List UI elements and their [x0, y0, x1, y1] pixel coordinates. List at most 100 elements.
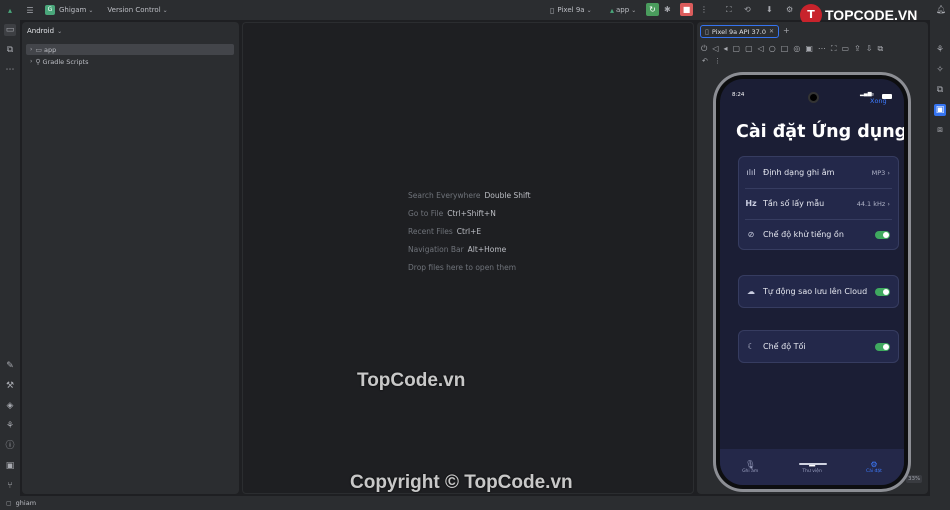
- add-tab-icon[interactable]: +: [783, 26, 790, 35]
- hint-go-to-file: Go to File Ctrl+Shift+N: [408, 209, 496, 218]
- debug-icon[interactable]: ✱: [664, 5, 671, 14]
- editor-area: Search Everywhere Double Shift Go to File…: [242, 22, 694, 494]
- battery-icon: [882, 94, 892, 99]
- stop-button[interactable]: ■: [680, 3, 693, 16]
- problems-icon[interactable]: ⓘ: [4, 440, 16, 452]
- logcat-icon[interactable]: ✎: [4, 360, 16, 372]
- hint-recent-files: Recent Files Ctrl+E: [408, 227, 481, 236]
- hint-key: Ctrl+Shift+N: [447, 209, 496, 218]
- nav-label: Thư viện: [802, 469, 822, 474]
- device-frame: 8:24 ▂▄▆ Xong ≋ Cài đặt Ứng dụng ılıl Đị…: [713, 72, 911, 492]
- chevron-down-icon: ⌄: [57, 27, 63, 35]
- rotate-left-icon[interactable]: ▢: [733, 44, 741, 54]
- hint-text: Go to File: [408, 209, 444, 218]
- rerun-button[interactable]: ↻: [646, 3, 659, 16]
- more-vertical-icon[interactable]: ⋮: [714, 57, 721, 65]
- gradle-icon[interactable]: ⚘: [934, 44, 946, 56]
- emulator-toolbar: ⏻ ◁ ◂ ▢ ▢ ◁ ○ □ ◎ ▣ ⋯ ⛶ ▭ ⇪ ⇩ ⧉: [701, 44, 925, 54]
- running-devices-icon[interactable]: ▣: [934, 104, 946, 116]
- setting-row-format[interactable]: ılıl Định dạng ghi âm MP3 ›: [739, 157, 898, 188]
- notifications-icon[interactable]: 🔔︎: [936, 5, 946, 14]
- setting-value-text: 44.1 kHz: [856, 199, 886, 208]
- setting-label: Chế độ khử tiếng ồn: [763, 230, 844, 239]
- device-selector[interactable]: ▯ Pixel 9a ⌄: [550, 6, 592, 15]
- resource-manager-icon[interactable]: ⧉: [4, 44, 16, 56]
- cloud-icon: ☁: [747, 287, 755, 296]
- close-icon[interactable]: ✕: [769, 28, 774, 35]
- zoom-icon[interactable]: ▭: [841, 44, 849, 54]
- status-project-name[interactable]: ghiam: [16, 499, 36, 507]
- screen-record-icon[interactable]: ▣: [805, 44, 813, 54]
- build-icon[interactable]: ⚒: [4, 380, 16, 392]
- setting-row-noise-reduction: ⊘ Chế độ khử tiếng ồn: [739, 219, 898, 250]
- overview-icon[interactable]: □: [781, 44, 789, 54]
- nav-item-settings[interactable]: ⚙ Cài đặt: [866, 460, 882, 474]
- gradle-icon: ⚲: [35, 57, 41, 66]
- status-bar: ▢ ghiam: [0, 496, 950, 510]
- emulator-tab[interactable]: ▯ Pixel 9a API 37.0 ✕: [700, 25, 779, 38]
- recording-settings-card: ılıl Định dạng ghi âm MP3 › Hz Tần số lấ…: [738, 156, 899, 250]
- volume-down-icon[interactable]: ◂: [723, 44, 727, 54]
- nav-item-record[interactable]: 🎙︎ Ghi âm: [742, 460, 758, 474]
- main-menu-icon[interactable]: ☰: [23, 6, 37, 15]
- hint-text: Recent Files: [408, 227, 453, 236]
- undo-icon[interactable]: ↶: [702, 57, 708, 65]
- screenshot-icon[interactable]: ◎: [793, 44, 800, 54]
- device-manager-icon[interactable]: ⛶: [726, 5, 732, 15]
- fit-screen-icon[interactable]: ⛶: [831, 44, 837, 54]
- app-inspection-icon[interactable]: ⚘: [4, 420, 16, 432]
- hint-key: Double Shift: [484, 191, 531, 200]
- setting-label: Tự động sao lưu lên Cloud: [763, 287, 868, 296]
- volume-up-icon[interactable]: ◁: [712, 44, 718, 54]
- emulator-tab-label: Pixel 9a API 37.0: [711, 27, 766, 36]
- run-config-selector[interactable]: ▴ app ⌄: [610, 6, 636, 15]
- noise-reduction-toggle[interactable]: [875, 230, 890, 239]
- power-icon[interactable]: ⏻: [701, 44, 707, 54]
- project-selector[interactable]: G Ghigam ⌄: [45, 5, 93, 15]
- setting-label: Chế độ Tối: [763, 342, 806, 351]
- bottom-navigation: 🎙︎ Ghi âm ▬ Thư viện ⚙ Cài đặt: [720, 449, 904, 485]
- back-icon[interactable]: ◁: [758, 44, 764, 54]
- app-quality-icon[interactable]: ◈: [4, 400, 16, 412]
- chevron-down-icon: ⌄: [162, 6, 168, 14]
- device-bezel: 8:24 ▂▄▆ Xong ≋ Cài đặt Ứng dụng ılıl Đị…: [716, 75, 908, 489]
- run-config-name: app: [616, 6, 630, 14]
- page-title: Cài đặt Ứng dụng: [736, 122, 904, 142]
- import-icon[interactable]: ⇩: [866, 44, 873, 54]
- sync-icon[interactable]: ⟲: [744, 5, 751, 14]
- terminal-icon[interactable]: ▣: [4, 460, 16, 472]
- device-screen[interactable]: 8:24 ▂▄▆ Xong ≋ Cài đặt Ứng dụng ılıl Đị…: [720, 79, 904, 485]
- export-icon[interactable]: ⇪: [854, 44, 861, 54]
- home-icon[interactable]: ○: [769, 44, 776, 54]
- wifi-icon: ≋: [870, 92, 875, 98]
- gradle-sync-icon[interactable]: ⚙: [786, 5, 793, 14]
- tree-item-gradle-scripts[interactable]: › ⚲ Gradle Scripts: [26, 56, 234, 67]
- hint-search-everywhere: Search Everywhere Double Shift: [408, 191, 531, 200]
- watermark-center: TopCode.vn: [357, 370, 466, 391]
- moon-icon: ☾: [747, 342, 755, 351]
- device-name: Pixel 9a: [557, 6, 585, 14]
- chevron-right-icon: ›: [30, 58, 33, 65]
- mirror-icon[interactable]: ⧉: [877, 44, 883, 54]
- hint-text: Navigation Bar: [408, 245, 464, 254]
- hz-icon: Hz: [745, 199, 757, 208]
- more-horizontal-icon[interactable]: ⋯: [4, 64, 16, 76]
- git-icon[interactable]: ⑂: [4, 480, 16, 492]
- vcs-menu[interactable]: Version Control ⌄: [107, 6, 167, 14]
- waveform-icon: ılıl: [746, 168, 756, 177]
- setting-row-sample-rate[interactable]: Hz Tần số lấy mẫu 44.1 kHz ›: [739, 188, 898, 219]
- emulator-icon[interactable]: ⧈: [934, 124, 946, 136]
- rotate-right-icon[interactable]: ▢: [745, 44, 753, 54]
- project-folder-icon[interactable]: ▭: [4, 24, 16, 36]
- project-view-selector[interactable]: Android ⌄: [27, 27, 62, 35]
- sdk-manager-icon[interactable]: ⬇: [766, 5, 773, 14]
- device-explorer-icon[interactable]: ⧉: [934, 84, 946, 96]
- tree-item-app[interactable]: › ▭ app: [26, 44, 234, 55]
- extended-controls-icon[interactable]: ⋯: [818, 44, 826, 54]
- hint-navigation-bar: Navigation Bar Alt+Home: [408, 245, 506, 254]
- gemini-icon[interactable]: ✧: [934, 64, 946, 76]
- more-vertical-icon[interactable]: ⋮: [700, 5, 708, 14]
- android-logo-icon: ▴: [7, 5, 12, 15]
- dark-mode-toggle[interactable]: [875, 342, 890, 351]
- cloud-backup-toggle[interactable]: [875, 287, 890, 296]
